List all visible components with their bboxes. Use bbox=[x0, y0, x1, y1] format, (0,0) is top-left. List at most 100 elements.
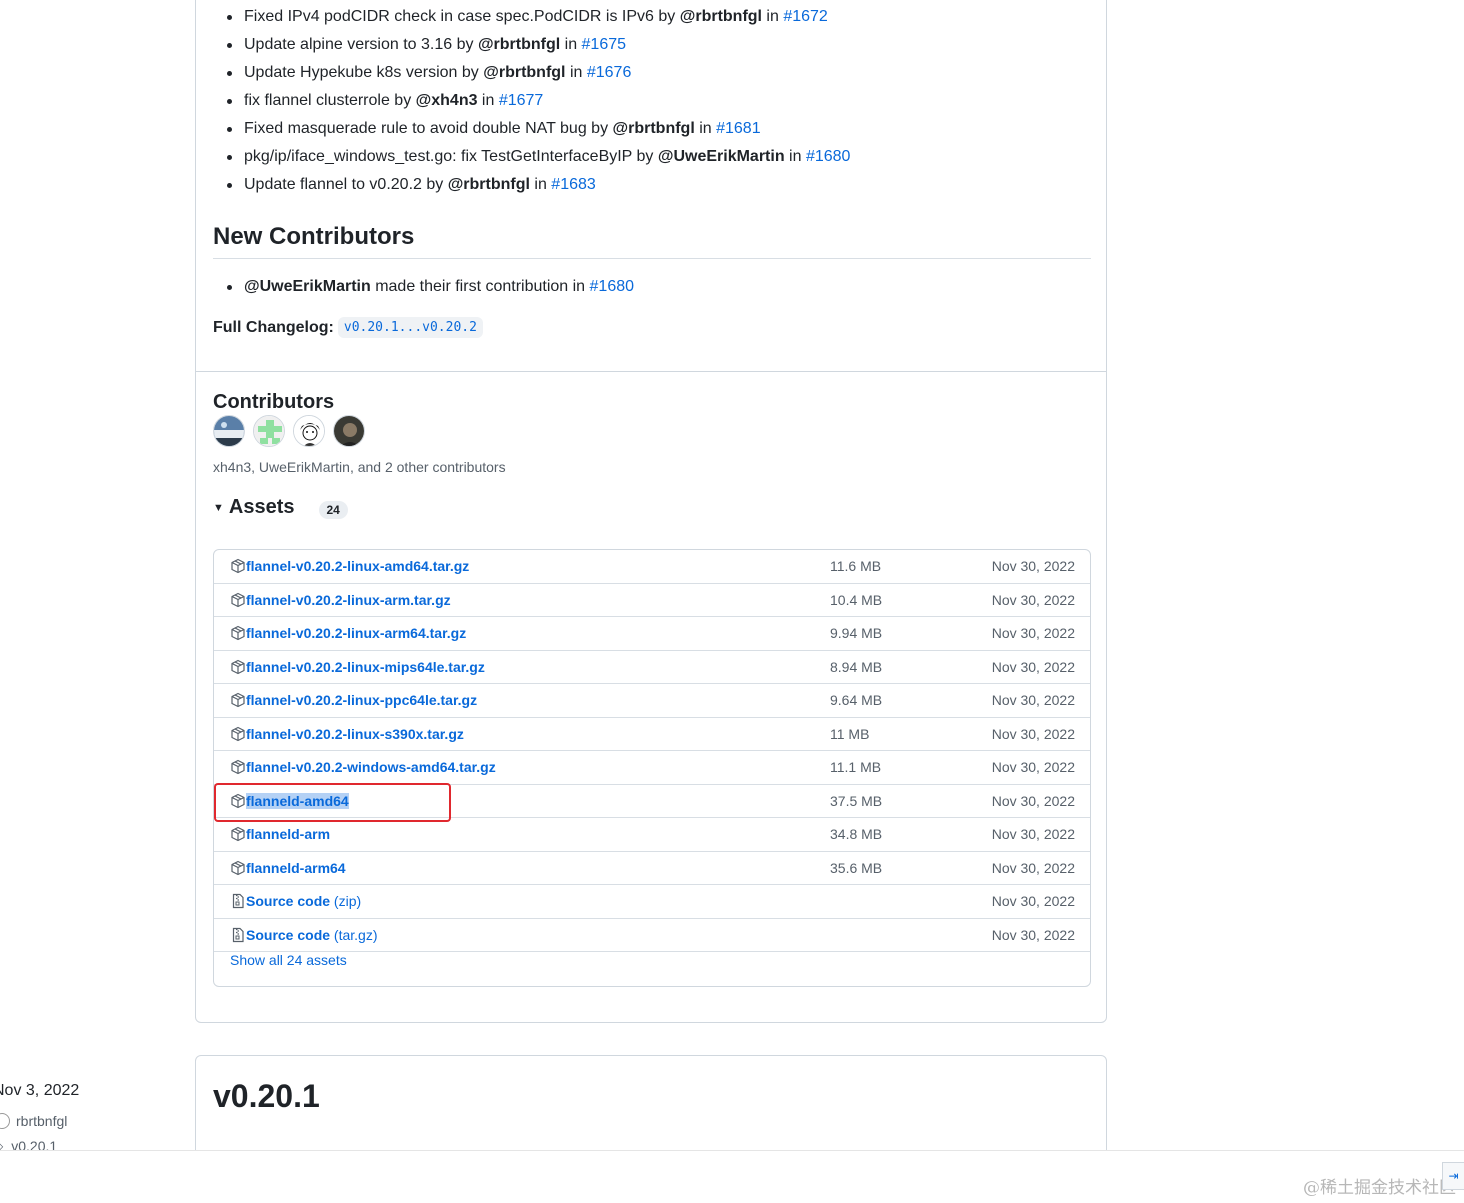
list-text: Update Hypekube k8s version by bbox=[244, 64, 484, 81]
asset-row: flannel-v0.20.2-linux-arm64.tar.gz 9.94 M… bbox=[214, 617, 1090, 651]
asset-size: 11.1 MB bbox=[830, 759, 882, 776]
asset-link[interactable]: flannel-v0.20.2-windows-amd64.tar.gz bbox=[246, 759, 496, 775]
show-all-assets-link[interactable]: Show all 24 assets bbox=[230, 952, 347, 968]
asset-link[interactable]: flanneld-amd64 bbox=[246, 792, 349, 809]
asset-row: flannel-v0.20.2-linux-mips64le.tar.gz 8.9… bbox=[214, 651, 1090, 685]
avatar[interactable] bbox=[213, 415, 245, 447]
asset-link[interactable]: flannel-v0.20.2-linux-mips64le.tar.gz bbox=[246, 659, 485, 675]
user-link[interactable]: @rbrtbnfgl bbox=[448, 176, 530, 193]
asset-size: 11.6 MB bbox=[830, 558, 882, 575]
avatar[interactable] bbox=[333, 415, 365, 447]
contributors-heading: Contributors bbox=[213, 391, 335, 413]
list-text: in bbox=[565, 64, 587, 81]
list-text: in bbox=[477, 92, 499, 109]
full-changelog: Full Changelog: v0.20.1...v0.20.2 bbox=[213, 317, 483, 338]
asset-link[interactable]: flannel-v0.20.2-linux-arm.tar.gz bbox=[246, 592, 451, 608]
triangle-down-icon: ▼ bbox=[213, 501, 224, 514]
asset-name: Source code bbox=[246, 926, 331, 943]
assets-count-badge: 24 bbox=[318, 500, 348, 519]
asset-link[interactable]: flanneld-arm64 bbox=[246, 860, 346, 876]
full-changelog-link[interactable]: v0.20.1...v0.20.2 bbox=[337, 317, 483, 338]
asset-name: flannel-v0.20.2-linux-arm.tar.gz bbox=[246, 591, 451, 608]
pr-link[interactable]: #1681 bbox=[716, 120, 761, 137]
asset-link[interactable]: Source code (tar.gz) bbox=[246, 927, 378, 943]
pr-link[interactable]: #1680 bbox=[806, 148, 851, 165]
user-link[interactable]: @rbrtbnfgl bbox=[483, 64, 565, 81]
package-icon bbox=[230, 592, 246, 608]
package-icon bbox=[230, 793, 246, 809]
user-link[interactable]: @UweErikMartin bbox=[244, 278, 371, 295]
pr-link[interactable]: #1675 bbox=[582, 36, 627, 53]
list-text: in bbox=[560, 36, 582, 53]
pr-link[interactable]: #1676 bbox=[587, 64, 632, 81]
user-link[interactable]: @UweErikMartin bbox=[658, 148, 785, 165]
asset-name: flanneld-arm64 bbox=[246, 859, 346, 876]
pr-link[interactable]: #1677 bbox=[499, 92, 544, 109]
list-item: Fixed masquerade rule to avoid double NA… bbox=[226, 115, 850, 143]
avatar[interactable] bbox=[253, 415, 285, 447]
asset-row: flannel-v0.20.2-linux-amd64.tar.gz 11.6 M… bbox=[214, 550, 1090, 584]
pr-link[interactable]: #1680 bbox=[590, 278, 635, 295]
list-text: in bbox=[529, 176, 552, 193]
user-link[interactable]: @xh4n3 bbox=[416, 92, 478, 109]
section-divider bbox=[196, 371, 1106, 372]
asset-date: Nov 30, 2022 bbox=[991, 591, 1075, 608]
release-notes-list: Fixed IPv4 podCIDR check in case spec.Po… bbox=[226, 3, 851, 199]
list-item: pkg/ip/iface_windows_test.go: fix TestGe… bbox=[226, 143, 851, 171]
full-changelog-label: Full Changelog: bbox=[213, 319, 334, 336]
assets-heading: Assets bbox=[228, 496, 295, 518]
list-item: Fixed IPv4 podCIDR check in case spec.Po… bbox=[226, 3, 850, 31]
pr-link[interactable]: #1672 bbox=[783, 8, 828, 25]
asset-link[interactable]: flannel-v0.20.2-linux-s390x.tar.gz bbox=[246, 726, 464, 742]
asset-size: 10.4 MB bbox=[830, 591, 883, 608]
asset-size: 37.5 MB bbox=[830, 792, 883, 809]
avatar bbox=[0, 1113, 10, 1129]
list-item: Update Hypekube k8s version by @rbrtbnfg… bbox=[226, 59, 850, 87]
contributors-avatars bbox=[213, 415, 365, 447]
asset-row: flanneld-amd64 37.5 MB Nov 30, 2022 bbox=[214, 785, 1090, 819]
asset-link[interactable]: flanneld-arm bbox=[246, 826, 330, 842]
asset-date: Nov 30, 2022 bbox=[991, 725, 1075, 742]
asset-name: flannel-v0.20.2-linux-ppc64le.tar.gz bbox=[246, 692, 478, 709]
asset-row: Source code (zip) Nov 30, 2022 bbox=[214, 885, 1090, 919]
asset-date: Nov 30, 2022 bbox=[991, 692, 1075, 709]
asset-date: Nov 30, 2022 bbox=[991, 558, 1075, 575]
corner-button[interactable]: ⇥ bbox=[1442, 1162, 1464, 1190]
asset-row: flannel-v0.20.2-linux-s390x.tar.gz 11 MB N… bbox=[214, 718, 1090, 752]
asset-link[interactable]: flannel-v0.20.2-linux-amd64.tar.gz bbox=[246, 558, 469, 574]
heading-rule bbox=[213, 258, 1091, 259]
pr-link[interactable]: #1683 bbox=[551, 176, 596, 193]
list-item: fix flannel clusterrole by @xh4n3 in #16… bbox=[226, 87, 850, 115]
watermark-text: @稀土掘金技术社区 bbox=[1303, 1178, 1456, 1198]
list-text: made their first contribution in bbox=[370, 278, 590, 295]
list-text: Update alpine version to 3.16 by bbox=[244, 36, 478, 53]
asset-date: Nov 30, 2022 bbox=[991, 658, 1075, 675]
asset-row: flannel-v0.20.2-linux-ppc64le.tar.gz 9.64… bbox=[214, 684, 1090, 718]
asset-suffix: (zip) bbox=[333, 893, 362, 910]
user-link[interactable]: @rbrtbnfgl bbox=[680, 8, 762, 25]
asset-link[interactable]: flannel-v0.20.2-linux-arm64.tar.gz bbox=[246, 625, 466, 641]
asset-link[interactable]: flannel-v0.20.2-linux-ppc64le.tar.gz bbox=[246, 692, 477, 708]
list-text: Update flannel to v0.20.2 by bbox=[244, 176, 448, 193]
package-icon bbox=[230, 659, 246, 675]
package-icon bbox=[230, 726, 246, 742]
asset-size: 35.6 MB bbox=[830, 859, 883, 876]
asset-link[interactable]: Source code (zip) bbox=[246, 893, 361, 909]
asset-size: 11 MB bbox=[830, 725, 870, 742]
avatar[interactable] bbox=[293, 415, 325, 447]
assets-toggle[interactable]: ▼ Assets 24 bbox=[213, 496, 348, 519]
new-contributors-list: @UweErikMartin made their first contribu… bbox=[226, 273, 635, 301]
author-row[interactable]: rbrtbnfgl bbox=[0, 1113, 67, 1129]
release-card-v0-20-2: Fixed IPv4 podCIDR check in case spec.Po… bbox=[195, 0, 1107, 1023]
user-link[interactable]: @rbrtbnfgl bbox=[478, 36, 560, 53]
package-icon bbox=[230, 860, 246, 876]
asset-size: 8.94 MB bbox=[830, 658, 883, 675]
file-zip-icon bbox=[230, 927, 246, 943]
list-item: Update flannel to v0.20.2 by @rbrtbnfgl … bbox=[226, 171, 850, 199]
release-title[interactable]: v0.20.1 bbox=[213, 1078, 320, 1115]
asset-name: flannel-v0.20.2-linux-s390x.tar.gz bbox=[246, 725, 464, 742]
list-text: in bbox=[761, 8, 784, 25]
asset-date: Nov 30, 2022 bbox=[991, 859, 1075, 876]
package-icon bbox=[230, 826, 246, 842]
user-link[interactable]: @rbrtbnfgl bbox=[613, 120, 695, 137]
